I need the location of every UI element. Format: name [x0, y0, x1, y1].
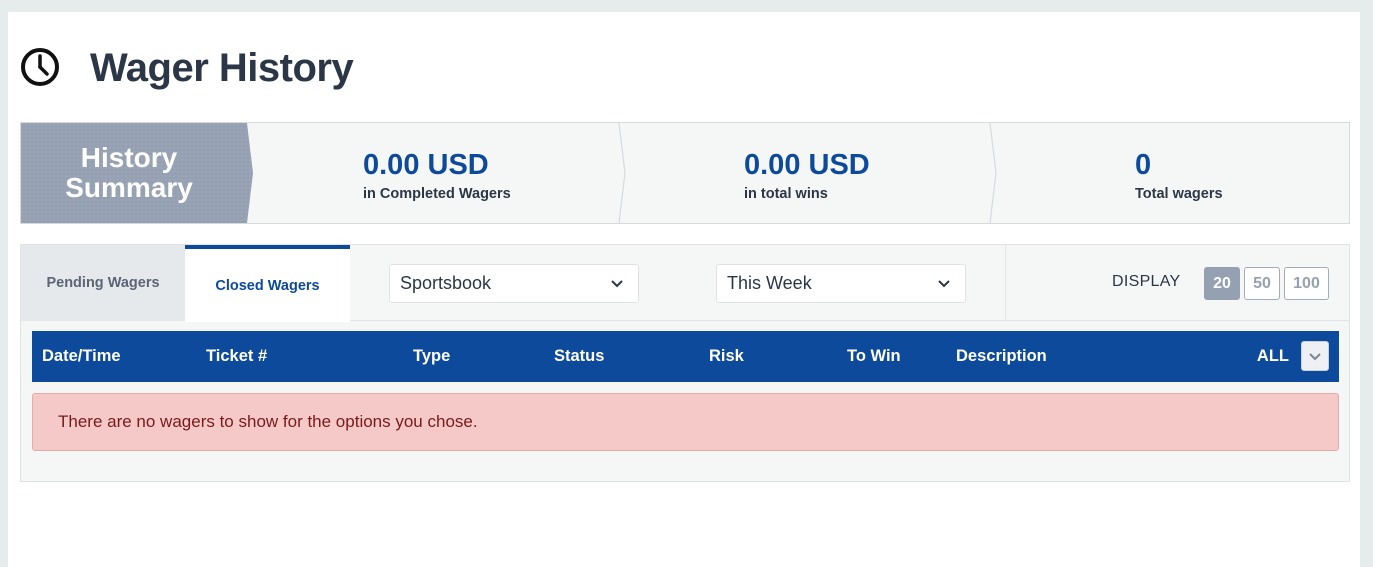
- filter-all-label: ALL: [1256, 347, 1289, 365]
- stat-caption: in total wins: [744, 186, 828, 202]
- chevron-down-icon: [938, 280, 950, 288]
- stat-value: 0: [1135, 149, 1152, 181]
- stat-value: 0.00 USD: [744, 149, 870, 181]
- filter-dropdown-button[interactable]: [1301, 341, 1329, 371]
- empty-state-alert: There are no wagers to show for the opti…: [32, 393, 1339, 451]
- chevron-down-icon: [611, 280, 623, 288]
- title-row: Wager History: [20, 42, 354, 92]
- display-label: DISPLAY: [1112, 273, 1181, 290]
- stat-caption: Total wagers: [1135, 186, 1223, 202]
- column-to-win: To Win: [847, 347, 901, 365]
- wagers-panel: Pending Wagers Closed Wagers Sportsbook …: [20, 244, 1350, 482]
- display-controls: DISPLAY 20 50 100: [1005, 245, 1350, 321]
- summary-label: History Summary: [65, 142, 193, 203]
- chevron-down-icon: [1309, 353, 1321, 361]
- tab-pending-wagers[interactable]: Pending Wagers: [21, 245, 185, 321]
- clock-icon: [21, 48, 59, 86]
- stat-total-wagers: 0 Total wagers: [1135, 149, 1223, 202]
- page-size-20-button[interactable]: 20: [1204, 267, 1240, 300]
- column-risk: Risk: [709, 347, 744, 365]
- tab-closed-wagers[interactable]: Closed Wagers: [185, 245, 350, 322]
- product-select[interactable]: Sportsbook: [389, 264, 639, 303]
- stat-completed-wagers: 0.00 USD in Completed Wagers: [363, 149, 511, 202]
- period-select[interactable]: This Week: [716, 264, 966, 303]
- table-header: Date/Time Ticket # Type Status Risk To W…: [32, 331, 1339, 382]
- stat-caption: in Completed Wagers: [363, 186, 511, 202]
- column-ticket: Ticket #: [206, 347, 268, 365]
- column-type: Type: [413, 347, 451, 365]
- stat-value: 0.00 USD: [363, 149, 489, 181]
- product-select-value: Sportsbook: [400, 273, 492, 293]
- page-size-50-button[interactable]: 50: [1244, 267, 1280, 300]
- period-select-value: This Week: [727, 273, 812, 293]
- history-summary: History Summary 0.00 USD in Completed Wa…: [20, 122, 1350, 224]
- page-size-100-button[interactable]: 100: [1284, 267, 1329, 300]
- page: Wager History History Summary 0.00 USD i…: [8, 12, 1360, 567]
- page-title: Wager History: [90, 46, 354, 90]
- empty-state-message: There are no wagers to show for the opti…: [58, 412, 478, 431]
- column-status: Status: [554, 347, 605, 365]
- column-date-time: Date/Time: [42, 347, 121, 365]
- stat-total-wins: 0.00 USD in total wins: [744, 149, 870, 202]
- column-description: Description: [956, 347, 1047, 365]
